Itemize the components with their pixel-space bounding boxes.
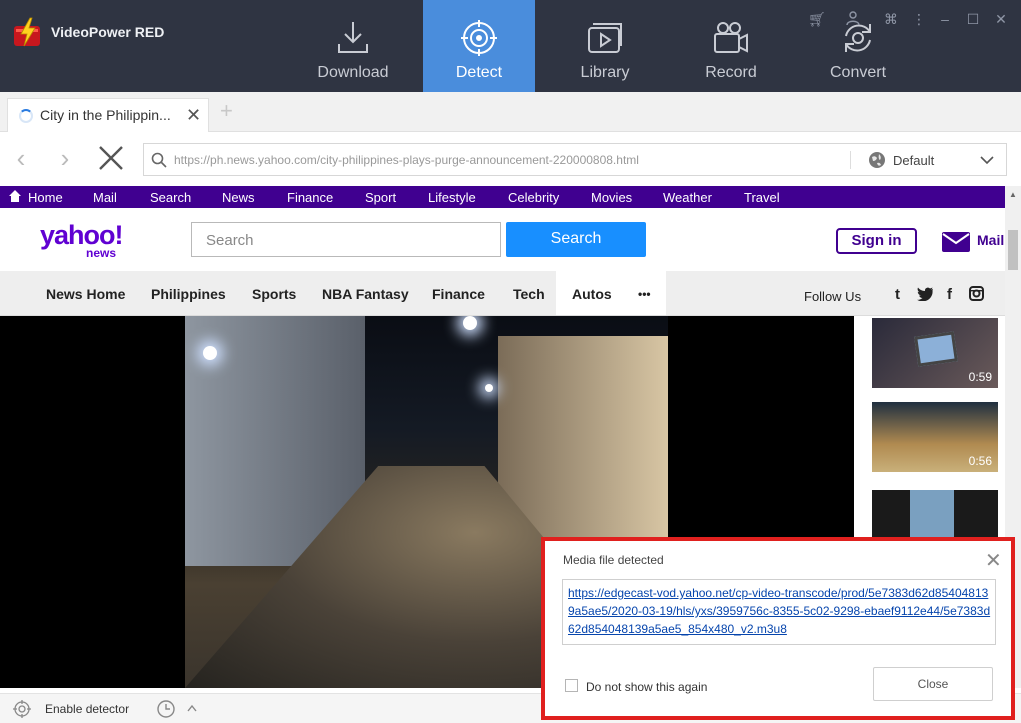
top-link-movies[interactable]: Movies <box>591 190 632 205</box>
forward-icon[interactable]: › <box>52 145 78 171</box>
globe-icon <box>869 152 885 168</box>
do-not-show-checkbox[interactable] <box>565 679 578 692</box>
home-icon <box>9 190 21 202</box>
video-thumbnail[interactable]: 0:56 <box>872 402 998 472</box>
popup-close-button[interactable]: Close <box>873 667 993 701</box>
facebook-icon[interactable]: f <box>947 286 952 303</box>
close-icon[interactable]: ✕ <box>992 10 1010 28</box>
new-tab-icon[interactable]: + <box>220 98 233 124</box>
tab-record[interactable]: Record <box>675 0 787 92</box>
tab-convert-label: Convert <box>829 64 887 81</box>
yahoo-search-input[interactable]: Search <box>191 222 501 257</box>
tab-download[interactable]: Download <box>297 0 409 92</box>
yahoo-top-links: Home Mail Search News Finance Sport Life… <box>0 186 1005 208</box>
minimize-icon[interactable]: – <box>936 10 954 28</box>
top-link-celebrity[interactable]: Celebrity <box>508 190 559 205</box>
video-street-light <box>485 384 493 392</box>
sign-in-button[interactable]: Sign in <box>836 228 917 254</box>
top-link-weather[interactable]: Weather <box>663 190 712 205</box>
media-link[interactable]: https://edgecast-vod.yahoo.net/cp-video-… <box>568 586 990 636</box>
twitter-icon[interactable] <box>917 287 933 301</box>
instagram-icon[interactable] <box>969 286 984 301</box>
url-divider <box>850 151 851 169</box>
video-street-light <box>203 346 217 360</box>
thumbnail-duration: 0:59 <box>968 370 992 384</box>
popup-link-box: https://edgecast-vod.yahoo.net/cp-video-… <box>562 579 996 645</box>
more-icon[interactable]: ⋮ <box>910 10 928 28</box>
nav-nba-fantasy[interactable]: NBA Fantasy <box>322 286 409 302</box>
popup-title: Media file detected <box>563 553 664 567</box>
app-logo-icon <box>14 17 40 47</box>
popup-close-icon[interactable]: ✕ <box>985 551 1002 571</box>
top-link-mail[interactable]: Mail <box>93 190 117 205</box>
library-icon <box>588 23 622 53</box>
cart-icon[interactable]: 🛒︎ <box>808 10 826 28</box>
nav-autos[interactable]: Autos <box>572 286 612 302</box>
tab-record-label: Record <box>705 64 757 81</box>
browser-tab[interactable]: City in the Philippin... ✕ <box>7 98 209 132</box>
yahoo-nav: News Home Philippines Sports NBA Fantasy… <box>0 271 1005 316</box>
app-title: VideoPower RED <box>51 24 165 40</box>
nav-philippines[interactable]: Philippines <box>151 286 226 302</box>
app-toolbar: VideoPower RED Download Detect Library R… <box>0 0 1021 92</box>
scroll-thumb[interactable] <box>1008 230 1018 270</box>
close-tab-icon[interactable]: ✕ <box>186 105 201 126</box>
video-thumbnail[interactable] <box>872 490 998 538</box>
scroll-up-icon[interactable]: ▲ <box>1009 190 1017 199</box>
top-link-news[interactable]: News <box>222 190 255 205</box>
thumbnail-duration: 0:56 <box>968 454 992 468</box>
chevron-up-icon[interactable] <box>187 704 197 712</box>
top-link-search[interactable]: Search <box>150 190 191 205</box>
yahoo-header: yahoo! news Search Search Sign in Mail <box>0 208 1005 271</box>
thumbnail-image <box>914 331 958 367</box>
yahoo-logo-sub: news <box>86 246 117 260</box>
stop-icon[interactable] <box>98 145 124 171</box>
nav-more-icon[interactable]: ••• <box>638 287 651 301</box>
tab-library[interactable]: Library <box>549 0 661 92</box>
video-thumbnail[interactable]: 0:59 <box>872 318 998 388</box>
mail-icon[interactable] <box>942 232 970 252</box>
browser-tab-title: City in the Philippin... <box>40 107 171 123</box>
url-bar[interactable]: https://ph.news.yahoo.com/city-philippin… <box>143 143 1007 176</box>
tab-download-label: Download <box>317 64 389 81</box>
video-street-light <box>463 316 477 330</box>
address-row: ‹ › https://ph.news.yahoo.com/city-phili… <box>0 133 1021 186</box>
nav-sports[interactable]: Sports <box>252 286 296 302</box>
clock-icon[interactable] <box>156 699 176 719</box>
yahoo-search-button[interactable]: Search <box>506 222 646 257</box>
yahoo-search-placeholder: Search <box>206 232 254 249</box>
tab-detect-label: Detect <box>455 64 503 81</box>
follow-us-label: Follow Us <box>804 289 862 304</box>
top-link-home[interactable]: Home <box>28 190 63 205</box>
back-icon[interactable]: ‹ <box>8 145 34 171</box>
search-engine-select[interactable]: Default <box>893 153 934 168</box>
tumblr-icon[interactable]: t <box>895 286 900 303</box>
top-link-finance[interactable]: Finance <box>287 190 333 205</box>
search-icon <box>151 152 167 168</box>
nav-tech[interactable]: Tech <box>513 286 545 302</box>
top-link-sport[interactable]: Sport <box>365 190 396 205</box>
nav-news-home[interactable]: News Home <box>46 286 125 302</box>
command-icon[interactable]: ⌘ <box>882 10 900 28</box>
detector-icon[interactable] <box>12 699 32 719</box>
top-link-lifestyle[interactable]: Lifestyle <box>428 190 476 205</box>
maximize-icon[interactable]: ☐ <box>964 10 982 28</box>
browser-tab-strip: City in the Philippin... ✕ <box>0 92 1021 132</box>
tab-library-label: Library <box>580 64 630 81</box>
chevron-down-icon[interactable] <box>980 155 994 165</box>
camera-icon <box>714 22 748 53</box>
enable-detector-label[interactable]: Enable detector <box>45 702 129 716</box>
tab-detect[interactable]: Detect <box>423 0 535 92</box>
url-text: https://ph.news.yahoo.com/city-philippin… <box>174 153 639 167</box>
mail-link[interactable]: Mail <box>977 232 1004 248</box>
download-icon <box>338 22 368 53</box>
media-detected-popup: Media file detected ✕ https://edgecast-v… <box>541 537 1015 720</box>
nav-finance[interactable]: Finance <box>432 286 485 302</box>
loading-spinner-icon <box>19 109 33 123</box>
do-not-show-label[interactable]: Do not show this again <box>586 680 707 694</box>
user-icon[interactable] <box>844 10 862 28</box>
top-link-travel[interactable]: Travel <box>744 190 780 205</box>
target-icon <box>461 20 497 56</box>
